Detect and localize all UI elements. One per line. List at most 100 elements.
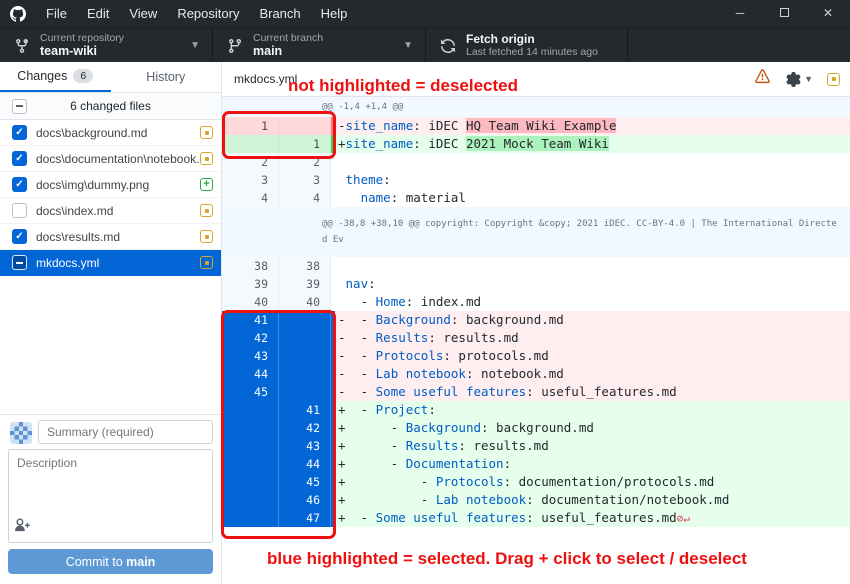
diff-text: + - [338, 456, 406, 471]
new-line-number[interactable]: 39 [279, 275, 331, 293]
old-line-number[interactable] [222, 473, 279, 491]
commit-button[interactable]: Commit to main [8, 549, 213, 574]
old-line-number[interactable]: 40 [222, 293, 279, 311]
diff-line[interactable]: 46 + - Lab notebook: documentation/notebo… [222, 491, 850, 509]
old-line-number[interactable]: 44 [222, 365, 279, 383]
diff-line[interactable]: 43 - - Protocols: protocols.md [222, 347, 850, 365]
fetch-origin-button[interactable]: Fetch origin Last fetched 14 minutes ago [426, 28, 628, 63]
diff-line[interactable]: 47 + - Some useful features: useful_featu… [222, 509, 850, 527]
old-line-number[interactable] [222, 455, 279, 473]
new-line-number[interactable]: 38 [279, 257, 331, 275]
old-line-number[interactable] [222, 135, 279, 153]
file-checkbox[interactable] [12, 177, 27, 192]
diff-line[interactable]: 41 + - Project: [222, 401, 850, 419]
file-row[interactable]: docs\documentation\notebook.md [0, 146, 221, 172]
diff-line[interactable]: 22 [222, 153, 850, 171]
old-line-number[interactable] [222, 509, 279, 527]
diff-line[interactable]: 42 + - Background: background.md [222, 419, 850, 437]
old-line-number[interactable]: 43 [222, 347, 279, 365]
old-line-number[interactable]: 3 [222, 171, 279, 189]
new-line-number[interactable] [279, 365, 331, 383]
new-line-number[interactable]: 41 [279, 401, 331, 419]
new-line-number[interactable]: 40 [279, 293, 331, 311]
new-line-number[interactable] [279, 347, 331, 365]
new-line-number[interactable]: 4 [279, 189, 331, 207]
file-checkbox[interactable] [12, 229, 27, 244]
diff-line[interactable]: 45 - - Some useful features: useful_featu… [222, 383, 850, 401]
new-line-number[interactable] [279, 117, 331, 135]
new-line-number[interactable]: 44 [279, 455, 331, 473]
warning-icon[interactable] [755, 69, 770, 89]
menu-help[interactable]: Help [311, 6, 358, 21]
old-line-number[interactable]: 45 [222, 383, 279, 401]
new-line-number[interactable]: 1 [279, 135, 331, 153]
file-row[interactable]: docs\img\dummy.png [0, 172, 221, 198]
old-line-number[interactable]: 41 [222, 311, 279, 329]
file-checkbox[interactable] [12, 125, 27, 140]
diff-line[interactable]: 39 39 nav: [222, 275, 850, 293]
new-line-number[interactable] [279, 383, 331, 401]
diff-options-button[interactable]: ▼ [786, 71, 813, 87]
new-line-number[interactable]: 2 [279, 153, 331, 171]
old-line-number[interactable] [222, 437, 279, 455]
new-line-number[interactable]: 3 [279, 171, 331, 189]
new-line-number[interactable]: 43 [279, 437, 331, 455]
old-line-number[interactable] [222, 419, 279, 437]
old-line-number[interactable]: 4 [222, 189, 279, 207]
diff-line[interactable]: 45 + - Protocols: documentation/protocols… [222, 473, 850, 491]
new-line-number[interactable]: 46 [279, 491, 331, 509]
diff-line[interactable]: 44 name: material [222, 189, 850, 207]
minimize-button[interactable]: ─ [718, 0, 762, 27]
old-line-number[interactable]: 1 [222, 117, 279, 135]
tab-history[interactable]: History [111, 62, 222, 92]
diff-line[interactable]: 44 - - Lab notebook: notebook.md [222, 365, 850, 383]
menu-file[interactable]: File [36, 6, 77, 21]
add-coauthor-icon[interactable] [15, 518, 30, 538]
diff-line[interactable]: 1 -site_name: iDEC HQ Team Wiki Example [222, 117, 850, 135]
old-line-number[interactable]: 42 [222, 329, 279, 347]
old-line-number[interactable]: 39 [222, 275, 279, 293]
file-checkbox[interactable] [12, 151, 27, 166]
old-line-number[interactable]: 2 [222, 153, 279, 171]
new-line-number[interactable] [279, 311, 331, 329]
diff-line[interactable]: 33 theme: [222, 171, 850, 189]
maximize-button[interactable] [762, 0, 806, 27]
menu-view[interactable]: View [119, 6, 167, 21]
file-row[interactable]: docs\index.md [0, 198, 221, 224]
diff-line[interactable]: 40 40 - Home: index.md [222, 293, 850, 311]
diff-text: : [503, 456, 512, 471]
new-line-number[interactable]: 45 [279, 473, 331, 491]
diff-line[interactable]: 41 - - Background: background.md [222, 311, 850, 329]
file-checkbox[interactable] [12, 255, 27, 270]
diff-line[interactable]: 43 + - Results: results.md [222, 437, 850, 455]
old-line-number[interactable] [222, 491, 279, 509]
diff-text: : [383, 172, 391, 187]
diff-line[interactable]: 42 - - Results: results.md [222, 329, 850, 347]
yaml-key: theme [345, 172, 384, 187]
current-branch-dropdown[interactable]: Current branch main ▼ [213, 28, 426, 63]
diff-text: : results.md [458, 438, 549, 453]
sidebar-tabs: Changes 6 History [0, 62, 221, 93]
new-line-number[interactable]: 47 [279, 509, 331, 527]
tab-changes[interactable]: Changes 6 [0, 62, 111, 92]
old-line-number[interactable]: 38 [222, 257, 279, 275]
close-button[interactable]: ✕ [806, 0, 850, 27]
file-row[interactable]: docs\results.md [0, 224, 221, 250]
file-row[interactable]: docs\background.md [0, 120, 221, 146]
diff-text: - [338, 294, 376, 309]
commit-description-input[interactable] [8, 449, 213, 543]
diff-line[interactable]: 44 + - Documentation: [222, 455, 850, 473]
old-line-number[interactable] [222, 401, 279, 419]
file-row[interactable]: mkdocs.yml [0, 250, 221, 276]
select-all-checkbox[interactable] [12, 98, 27, 114]
menu-repository[interactable]: Repository [167, 6, 249, 21]
current-repository-dropdown[interactable]: Current repository team-wiki ▼ [0, 28, 213, 63]
file-checkbox[interactable] [12, 203, 27, 218]
new-line-number[interactable] [279, 329, 331, 347]
diff-line[interactable]: 38 38 [222, 257, 850, 275]
new-line-number[interactable]: 42 [279, 419, 331, 437]
diff-line[interactable]: 1 +site_name: iDEC 2021 Mock Team Wiki [222, 135, 850, 153]
menu-edit[interactable]: Edit [77, 6, 119, 21]
menu-branch[interactable]: Branch [249, 6, 310, 21]
commit-summary-input[interactable] [38, 420, 213, 444]
